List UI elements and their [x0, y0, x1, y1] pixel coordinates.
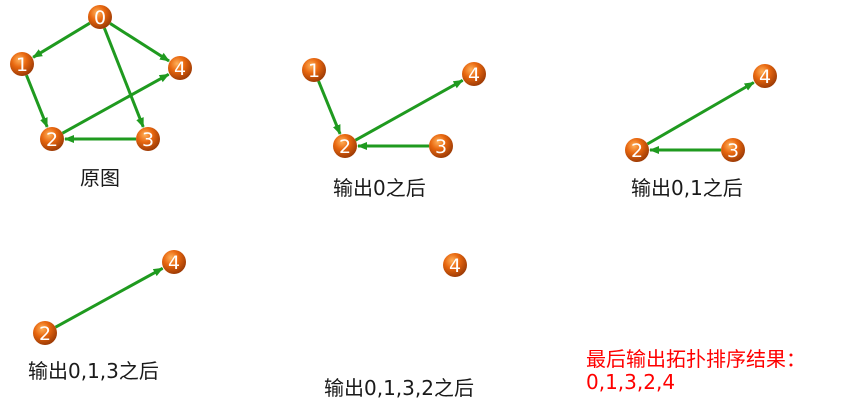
- node-label: 2: [631, 140, 643, 162]
- node-4-panel-4: 4: [443, 253, 467, 277]
- node-2-panel-2: 2: [625, 138, 649, 162]
- edge-2-4-panel-2: [646, 81, 755, 146]
- node-label: 3: [435, 136, 447, 158]
- node-label: 4: [468, 64, 480, 86]
- caption-after-0-1: 输出0,1之后: [631, 176, 743, 200]
- node-label: 0: [94, 7, 106, 29]
- node-4-panel-1: 4: [462, 62, 486, 86]
- node-3-panel-0: 3: [136, 127, 160, 151]
- caption-after-0-1-3-2: 输出0,1,3,2之后: [324, 376, 474, 400]
- node-3-panel-1: 3: [429, 134, 453, 158]
- result-title: 最后输出拓扑排序结果：: [586, 347, 806, 371]
- node-label: 3: [142, 129, 154, 151]
- node-label: 2: [46, 129, 58, 151]
- result-value: 0,1,3,2,4: [586, 370, 676, 394]
- edge-0-4-panel-0: [109, 22, 170, 63]
- node-4-panel-2: 4: [753, 64, 777, 88]
- node-label: 2: [39, 323, 51, 345]
- node-2-panel-0: 2: [40, 127, 64, 151]
- edge-2-4-panel-0: [61, 72, 170, 135]
- edge-1-2-panel-1: [317, 80, 342, 135]
- edge-2-4-panel-3: [54, 266, 164, 329]
- node-label: 1: [308, 60, 320, 82]
- edge-0-1-panel-0: [32, 21, 91, 59]
- node-2-panel-1: 2: [333, 134, 357, 158]
- node-label: 1: [16, 54, 28, 76]
- caption-after-0: 输出0之后: [333, 176, 426, 200]
- node-label: 2: [339, 136, 351, 158]
- edge-2-4-panel-1: [354, 79, 464, 142]
- node-label: 4: [759, 66, 771, 88]
- edge-1-2-panel-0: [25, 74, 49, 128]
- node-1-panel-0: 1: [10, 52, 34, 76]
- node-4-panel-0: 4: [168, 56, 192, 80]
- node-2-panel-3: 2: [33, 321, 57, 345]
- caption-original-graph: 原图: [80, 166, 120, 190]
- node-3-panel-2: 3: [721, 138, 745, 162]
- node-label: 4: [449, 255, 461, 277]
- node-label: 4: [174, 58, 186, 80]
- node-1-panel-1: 1: [302, 58, 326, 82]
- node-label: 4: [168, 252, 180, 274]
- node-label: 3: [727, 140, 739, 162]
- node-0-panel-0: 0: [88, 5, 112, 29]
- edge-0-3-panel-0: [102, 27, 145, 128]
- caption-after-0-1-3: 输出0,1,3之后: [28, 359, 159, 383]
- node-4-panel-3: 4: [162, 250, 186, 274]
